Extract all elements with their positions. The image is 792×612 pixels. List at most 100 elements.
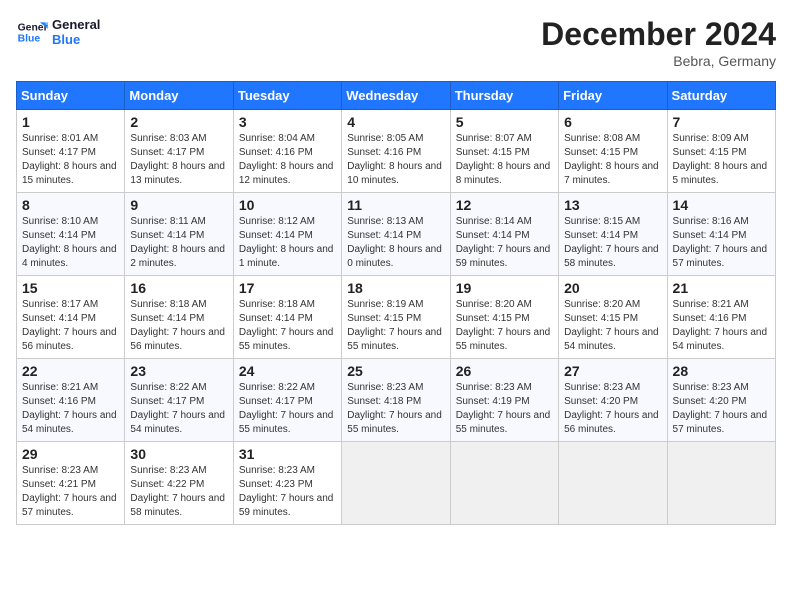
- calendar-cell: 1 Sunrise: 8:01 AMSunset: 4:17 PMDaylight…: [17, 110, 125, 193]
- day-number: 30: [130, 446, 227, 462]
- calendar-cell: [450, 442, 558, 525]
- day-number: 5: [456, 114, 553, 130]
- day-number: 13: [564, 197, 661, 213]
- calendar-table: SundayMondayTuesdayWednesdayThursdayFrid…: [16, 81, 776, 525]
- day-number: 8: [22, 197, 119, 213]
- calendar-cell: [667, 442, 775, 525]
- day-info: Sunrise: 8:19 AMSunset: 4:15 PMDaylight:…: [347, 298, 444, 354]
- day-info: Sunrise: 8:23 AMSunset: 4:20 PMDaylight:…: [673, 381, 770, 437]
- calendar-cell: 23 Sunrise: 8:22 AMSunset: 4:17 PMDayligh…: [125, 359, 233, 442]
- day-number: 7: [673, 114, 770, 130]
- calendar-cell: 22 Sunrise: 8:21 AMSunset: 4:16 PMDayligh…: [17, 359, 125, 442]
- day-number: 23: [130, 363, 227, 379]
- weekday-header-monday: Monday: [125, 82, 233, 110]
- calendar-cell: 9 Sunrise: 8:11 AMSunset: 4:14 PMDaylight…: [125, 193, 233, 276]
- day-info: Sunrise: 8:18 AMSunset: 4:14 PMDaylight:…: [130, 298, 227, 354]
- calendar-cell: 10 Sunrise: 8:12 AMSunset: 4:14 PMDayligh…: [233, 193, 341, 276]
- calendar-cell: 16 Sunrise: 8:18 AMSunset: 4:14 PMDayligh…: [125, 276, 233, 359]
- calendar-cell: [342, 442, 450, 525]
- day-number: 3: [239, 114, 336, 130]
- calendar-week-row: 15Sunrise: 8:17 AMSunset: 4:14 PMDayligh…: [17, 276, 776, 359]
- logo-text-blue: Blue: [52, 32, 100, 47]
- calendar-cell: 2 Sunrise: 8:03 AMSunset: 4:17 PMDaylight…: [125, 110, 233, 193]
- day-info: Sunrise: 8:23 AMSunset: 4:22 PMDaylight:…: [130, 464, 227, 520]
- calendar-cell: 7Sunrise: 8:09 AMSunset: 4:15 PMDaylight…: [667, 110, 775, 193]
- day-number: 1: [22, 114, 119, 130]
- month-year-title: December 2024: [541, 16, 776, 53]
- calendar-header-row: SundayMondayTuesdayWednesdayThursdayFrid…: [17, 82, 776, 110]
- day-number: 27: [564, 363, 661, 379]
- day-info: Sunrise: 8:18 AMSunset: 4:14 PMDaylight:…: [239, 298, 336, 354]
- day-number: 4: [347, 114, 444, 130]
- calendar-cell: 6 Sunrise: 8:08 AMSunset: 4:15 PMDaylight…: [559, 110, 667, 193]
- calendar-cell: 5 Sunrise: 8:07 AMSunset: 4:15 PMDaylight…: [450, 110, 558, 193]
- calendar-cell: 28 Sunrise: 8:23 AMSunset: 4:20 PMDayligh…: [667, 359, 775, 442]
- calendar-week-row: 22 Sunrise: 8:21 AMSunset: 4:16 PMDayligh…: [17, 359, 776, 442]
- day-info: Sunrise: 8:21 AMSunset: 4:16 PMDaylight:…: [22, 381, 119, 437]
- day-info: Sunrise: 8:16 AMSunset: 4:14 PMDaylight:…: [673, 215, 770, 271]
- calendar-cell: 31Sunrise: 8:23 AMSunset: 4:23 PMDayligh…: [233, 442, 341, 525]
- weekday-header-friday: Friday: [559, 82, 667, 110]
- calendar-cell: 25Sunrise: 8:23 AMSunset: 4:18 PMDayligh…: [342, 359, 450, 442]
- day-number: 15: [22, 280, 119, 296]
- day-number: 21: [673, 280, 770, 296]
- day-info: Sunrise: 8:08 AMSunset: 4:15 PMDaylight:…: [564, 132, 661, 188]
- day-info: Sunrise: 8:13 AMSunset: 4:14 PMDaylight:…: [347, 215, 444, 271]
- day-number: 18: [347, 280, 444, 296]
- weekday-header-thursday: Thursday: [450, 82, 558, 110]
- logo: General Blue General Blue: [16, 16, 100, 48]
- day-number: 9: [130, 197, 227, 213]
- day-info: Sunrise: 8:20 AMSunset: 4:15 PMDaylight:…: [456, 298, 553, 354]
- calendar-cell: 17 Sunrise: 8:18 AMSunset: 4:14 PMDayligh…: [233, 276, 341, 359]
- day-info: Sunrise: 8:10 AMSunset: 4:14 PMDaylight:…: [22, 215, 119, 271]
- day-number: 17: [239, 280, 336, 296]
- weekday-header-wednesday: Wednesday: [342, 82, 450, 110]
- logo-text-general: General: [52, 17, 100, 32]
- calendar-cell: [559, 442, 667, 525]
- day-number: 24: [239, 363, 336, 379]
- calendar-cell: 11Sunrise: 8:13 AMSunset: 4:14 PMDayligh…: [342, 193, 450, 276]
- day-info: Sunrise: 8:03 AMSunset: 4:17 PMDaylight:…: [130, 132, 227, 188]
- calendar-cell: 3 Sunrise: 8:04 AMSunset: 4:16 PMDaylight…: [233, 110, 341, 193]
- day-info: Sunrise: 8:04 AMSunset: 4:16 PMDaylight:…: [239, 132, 336, 188]
- page-header: General Blue General Blue December 2024 …: [16, 16, 776, 69]
- logo-icon: General Blue: [16, 16, 48, 48]
- day-number: 22: [22, 363, 119, 379]
- day-info: Sunrise: 8:23 AMSunset: 4:19 PMDaylight:…: [456, 381, 553, 437]
- day-info: Sunrise: 8:15 AMSunset: 4:14 PMDaylight:…: [564, 215, 661, 271]
- calendar-cell: 18 Sunrise: 8:19 AMSunset: 4:15 PMDayligh…: [342, 276, 450, 359]
- day-number: 29: [22, 446, 119, 462]
- weekday-header-saturday: Saturday: [667, 82, 775, 110]
- day-info: Sunrise: 8:12 AMSunset: 4:14 PMDaylight:…: [239, 215, 336, 271]
- svg-text:Blue: Blue: [18, 34, 41, 45]
- calendar-week-row: 8 Sunrise: 8:10 AMSunset: 4:14 PMDaylight…: [17, 193, 776, 276]
- day-number: 31: [239, 446, 336, 462]
- day-info: Sunrise: 8:23 AMSunset: 4:21 PMDaylight:…: [22, 464, 119, 520]
- calendar-cell: 24 Sunrise: 8:22 AMSunset: 4:17 PMDayligh…: [233, 359, 341, 442]
- title-block: December 2024 Bebra, Germany: [541, 16, 776, 69]
- calendar-cell: 8 Sunrise: 8:10 AMSunset: 4:14 PMDaylight…: [17, 193, 125, 276]
- calendar-cell: 4Sunrise: 8:05 AMSunset: 4:16 PMDaylight…: [342, 110, 450, 193]
- day-number: 20: [564, 280, 661, 296]
- day-info: Sunrise: 8:21 AMSunset: 4:16 PMDaylight:…: [673, 298, 770, 354]
- day-number: 6: [564, 114, 661, 130]
- day-info: Sunrise: 8:22 AMSunset: 4:17 PMDaylight:…: [239, 381, 336, 437]
- calendar-cell: 26Sunrise: 8:23 AMSunset: 4:19 PMDayligh…: [450, 359, 558, 442]
- day-number: 2: [130, 114, 227, 130]
- day-number: 16: [130, 280, 227, 296]
- day-info: Sunrise: 8:07 AMSunset: 4:15 PMDaylight:…: [456, 132, 553, 188]
- calendar-cell: 21 Sunrise: 8:21 AMSunset: 4:16 PMDayligh…: [667, 276, 775, 359]
- calendar-cell: 19 Sunrise: 8:20 AMSunset: 4:15 PMDayligh…: [450, 276, 558, 359]
- calendar-cell: 29 Sunrise: 8:23 AMSunset: 4:21 PMDayligh…: [17, 442, 125, 525]
- day-info: Sunrise: 8:22 AMSunset: 4:17 PMDaylight:…: [130, 381, 227, 437]
- location-subtitle: Bebra, Germany: [541, 53, 776, 69]
- calendar-cell: 27Sunrise: 8:23 AMSunset: 4:20 PMDayligh…: [559, 359, 667, 442]
- day-number: 10: [239, 197, 336, 213]
- day-info: Sunrise: 8:01 AMSunset: 4:17 PMDaylight:…: [22, 132, 119, 188]
- day-info: Sunrise: 8:11 AMSunset: 4:14 PMDaylight:…: [130, 215, 227, 271]
- calendar-week-row: 29 Sunrise: 8:23 AMSunset: 4:21 PMDayligh…: [17, 442, 776, 525]
- day-number: 28: [673, 363, 770, 379]
- weekday-header-sunday: Sunday: [17, 82, 125, 110]
- day-number: 19: [456, 280, 553, 296]
- day-info: Sunrise: 8:20 AMSunset: 4:15 PMDaylight:…: [564, 298, 661, 354]
